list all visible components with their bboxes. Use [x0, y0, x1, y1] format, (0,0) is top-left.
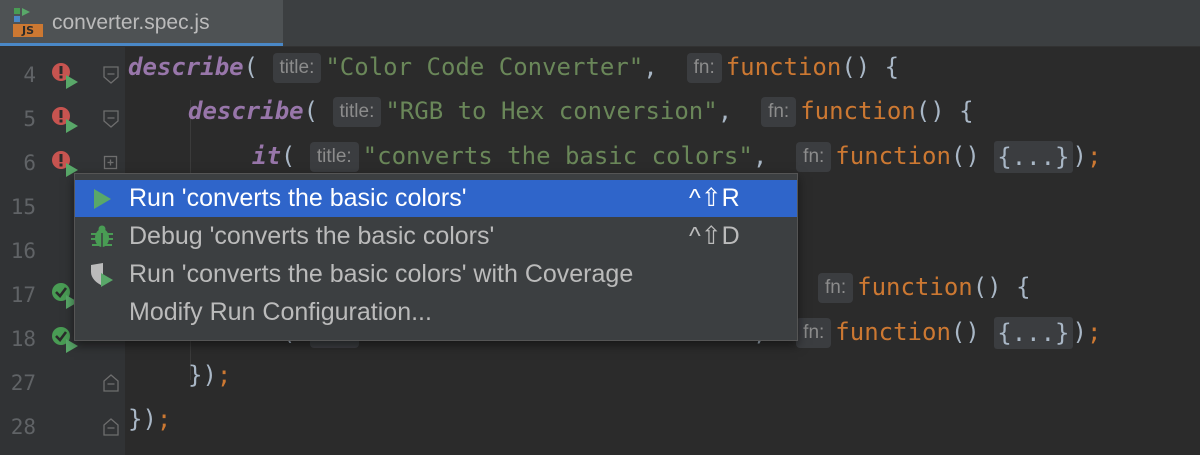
coverage-icon	[89, 262, 115, 288]
folded-block[interactable]: {...}	[994, 141, 1073, 173]
code-text: fn: function() {	[818, 273, 1031, 317]
tab-label: converter.spec.js	[52, 11, 210, 34]
fold-end-icon[interactable]	[103, 418, 119, 436]
code-text: describe( title: "Color Code Converter", …	[128, 53, 900, 83]
js-file-icon: JS	[13, 7, 43, 37]
parameter-hint: fn:	[686, 53, 722, 83]
line-number: 4	[23, 63, 36, 87]
code-line: 5 describe( title: "RGB to Hex conversion…	[0, 97, 1200, 141]
run-context-menu: Run 'converts the basic colors' ^⇧R Debu…	[74, 173, 798, 341]
folded-block[interactable]: {...}	[994, 317, 1073, 349]
fold-end-icon[interactable]	[103, 374, 119, 392]
line-number: 27	[10, 371, 36, 395]
menu-item-run-with-coverage[interactable]: Run 'converts the basic colors' with Cov…	[75, 256, 797, 293]
parameter-hint: fn:	[796, 142, 832, 172]
code-line: 4 describe( title: "Color Code Converter"…	[0, 53, 1200, 97]
code-line: 27 });	[0, 361, 1200, 405]
parameter-hint: fn:	[761, 97, 797, 127]
fold-icon[interactable]	[103, 110, 119, 128]
menu-item-debug[interactable]: Debug 'converts the basic colors' ^⇧D	[75, 218, 797, 255]
line-number: 6	[23, 151, 36, 175]
menu-item-modify-run-configuration[interactable]: Modify Run Configuration...	[75, 294, 797, 331]
code-text: });	[128, 405, 172, 433]
editor-tab-bar: JS converter.spec.js	[0, 0, 1200, 47]
debug-icon	[89, 224, 115, 250]
expand-icon[interactable]	[103, 154, 119, 172]
shortcut-label: ^⇧D	[689, 222, 740, 250]
parameter-hint: title:	[332, 97, 382, 127]
code-line: 28 });	[0, 405, 1200, 449]
line-number: 28	[10, 415, 36, 439]
test-failed-run-icon[interactable]	[50, 61, 80, 89]
parameter-hint: fn:	[818, 273, 854, 303]
parameter-hint: title:	[309, 142, 359, 172]
tab-converter-spec[interactable]: JS converter.spec.js	[0, 0, 283, 46]
line-number: 15	[10, 195, 36, 219]
parameter-hint: fn:	[796, 318, 832, 348]
menu-item-run[interactable]: Run 'converts the basic colors' ^⇧R	[75, 180, 797, 217]
line-number: 5	[23, 107, 36, 131]
test-failed-run-icon[interactable]	[50, 105, 80, 133]
run-icon	[89, 186, 115, 212]
code-text: });	[188, 361, 232, 389]
tab-active-indicator	[0, 43, 283, 46]
line-number: 18	[10, 327, 36, 351]
line-number: 16	[10, 239, 36, 263]
fold-icon[interactable]	[103, 66, 119, 84]
shortcut-label: ^⇧R	[689, 184, 740, 212]
line-number: 17	[10, 283, 36, 307]
code-text: describe( title: "RGB to Hex conversion",…	[188, 97, 974, 127]
parameter-hint: title:	[272, 53, 322, 83]
